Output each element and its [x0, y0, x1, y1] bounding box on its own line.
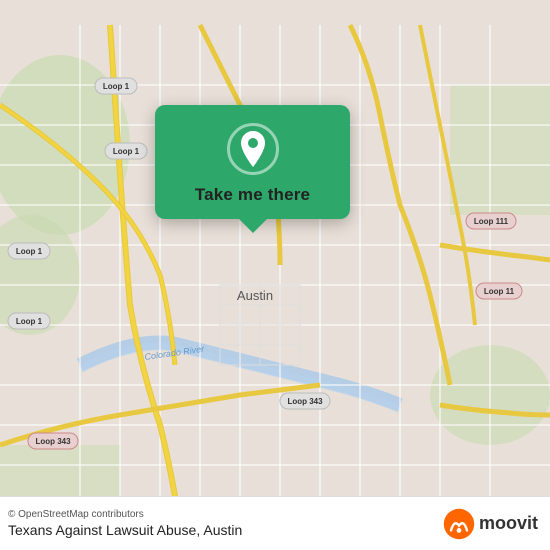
svg-text:Loop 343: Loop 343	[287, 397, 323, 406]
place-name-text: Texans Against Lawsuit Abuse, Austin	[8, 522, 242, 538]
svg-text:Loop 111: Loop 111	[474, 217, 509, 226]
svg-text:Loop 11: Loop 11	[484, 287, 515, 296]
popup-card[interactable]: Take me there	[155, 105, 350, 219]
bottom-left: © OpenStreetMap contributors Texans Agai…	[8, 509, 242, 538]
svg-text:Austin: Austin	[237, 288, 273, 303]
bottom-bar: © OpenStreetMap contributors Texans Agai…	[0, 496, 550, 550]
location-icon-wrapper	[227, 123, 279, 175]
moovit-logo[interactable]: moovit	[443, 508, 538, 540]
svg-text:Loop 343: Loop 343	[35, 437, 71, 446]
map-container: Loop 1 Loop 1 Loop 1 Loop 1 Loop 111 Loo…	[0, 0, 550, 550]
moovit-text: moovit	[479, 513, 538, 534]
popup-label: Take me there	[195, 185, 310, 205]
svg-text:Loop 1: Loop 1	[103, 82, 130, 91]
location-pin-icon	[238, 131, 268, 167]
svg-text:Loop 1: Loop 1	[16, 317, 43, 326]
moovit-logo-icon	[443, 508, 475, 540]
svg-text:Loop 1: Loop 1	[113, 147, 140, 156]
map-background: Loop 1 Loop 1 Loop 1 Loop 1 Loop 111 Loo…	[0, 0, 550, 550]
attribution-text: © OpenStreetMap contributors	[8, 509, 242, 520]
svg-text:Loop 1: Loop 1	[16, 247, 43, 256]
